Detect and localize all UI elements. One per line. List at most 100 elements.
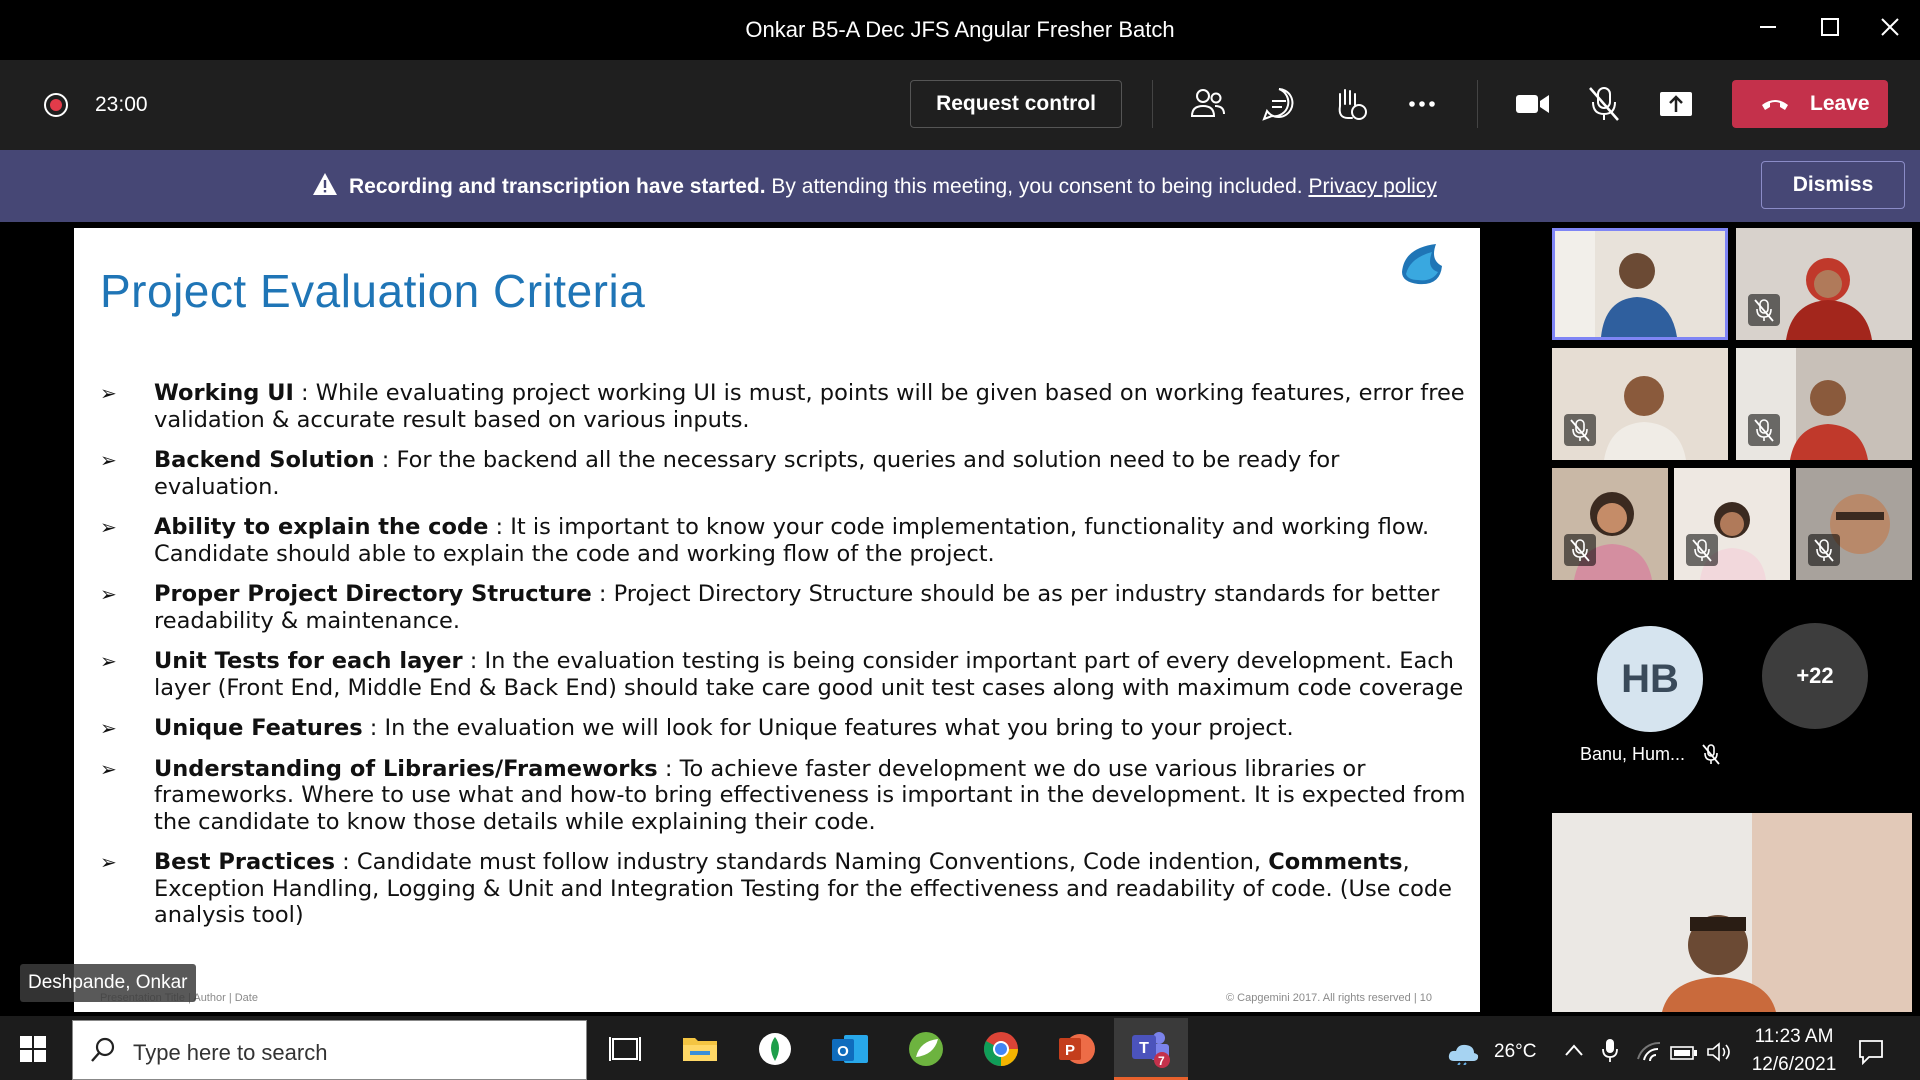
- criteria-item: ➢ Ability to explain the code : It is imp…: [100, 514, 1470, 567]
- muted-indicator: [1564, 534, 1596, 566]
- criteria-heading: Proper Project Directory Structure: [154, 581, 592, 607]
- avatar[interactable]: HB: [1597, 626, 1703, 732]
- criteria-item: ➢ Best Practices : Candidate must follow …: [100, 849, 1470, 929]
- criteria-heading: Working UI: [154, 380, 294, 406]
- battery-icon[interactable]: [1670, 1044, 1698, 1062]
- mic-off-icon: [1814, 539, 1834, 562]
- volume-icon[interactable]: [1706, 1041, 1734, 1063]
- criteria-heading: Backend Solution: [154, 447, 375, 473]
- camera-button[interactable]: [1513, 84, 1553, 124]
- mic-off-icon: [1589, 87, 1619, 121]
- bullet-arrow-icon: ➢: [100, 649, 117, 673]
- mic-off-icon: [1754, 299, 1774, 322]
- more-options-button[interactable]: [1402, 84, 1442, 124]
- slide-footer-right: © Capgemini 2017. All rights reserved | …: [1225, 992, 1432, 1004]
- participant-video[interactable]: [1796, 468, 1912, 580]
- banner-bold-text: Recording and transcription have started…: [349, 175, 766, 198]
- participant-video-feed: [1552, 813, 1912, 1012]
- criteria-item: ➢ Understanding of Libraries/Frameworks :…: [100, 756, 1470, 836]
- bullet-arrow-icon: ➢: [100, 582, 117, 606]
- wifi-icon[interactable]: [1636, 1041, 1662, 1063]
- warning-icon: [313, 173, 337, 195]
- participant-video[interactable]: [1552, 348, 1728, 460]
- criteria-list: ➢ Working UI : While evaluating project w…: [100, 380, 1470, 943]
- privacy-policy-link[interactable]: Privacy policy: [1308, 175, 1436, 198]
- notification-center-icon[interactable]: [1857, 1037, 1885, 1065]
- criteria-item: ➢ Proper Project Directory Structure : Pr…: [100, 581, 1470, 634]
- bullet-arrow-icon: ➢: [100, 850, 117, 874]
- bullet-arrow-icon: ➢: [100, 515, 117, 539]
- participant-video[interactable]: [1736, 228, 1912, 340]
- svg-text:O: O: [837, 1043, 849, 1060]
- search-placeholder: Type here to search: [133, 1040, 328, 1065]
- dismiss-button[interactable]: Dismiss: [1761, 161, 1905, 209]
- leave-button[interactable]: Leave: [1732, 80, 1888, 128]
- criteria-heading: Unique Features: [154, 715, 363, 741]
- criteria-emphasis: Comments: [1268, 849, 1403, 875]
- bullet-arrow-icon: ➢: [100, 716, 117, 740]
- bullet-arrow-icon: ➢: [100, 756, 117, 781]
- self-video[interactable]: [1552, 813, 1912, 1012]
- share-icon: [1660, 92, 1692, 116]
- toolbar-divider: [1477, 80, 1478, 128]
- participant-video[interactable]: [1552, 228, 1728, 340]
- participant-video[interactable]: [1674, 468, 1790, 580]
- meeting-timer: 23:00: [95, 93, 148, 116]
- raise-hand-icon: [1338, 89, 1367, 120]
- teams-icon: T: [1132, 1032, 1170, 1068]
- taskbar-search-input[interactable]: Type here to search: [72, 1020, 587, 1080]
- capgemini-logo-icon: [1402, 244, 1442, 285]
- muted-indicator: [1748, 414, 1780, 446]
- mic-button[interactable]: [1584, 84, 1624, 124]
- file-explorer-icon[interactable]: [680, 1029, 720, 1069]
- chrome-icon[interactable]: [981, 1029, 1021, 1069]
- window-title: Onkar B5-A Dec JFS Angular Fresher Batch: [745, 17, 1175, 42]
- criteria-heading: Ability to explain the code: [154, 514, 489, 540]
- chevron-up-icon[interactable]: [1564, 1042, 1584, 1058]
- teams-taskbar-button[interactable]: T 7: [1114, 1018, 1188, 1080]
- criteria-item: ➢ Backend Solution : For the backend all …: [100, 447, 1470, 500]
- banner-text: By attending this meeting, you consent t…: [765, 175, 1309, 198]
- task-view-icon[interactable]: [605, 1029, 645, 1069]
- phone-hangup-icon: [1762, 100, 1788, 110]
- leave-label: Leave: [1810, 92, 1870, 115]
- people-button[interactable]: [1188, 84, 1228, 124]
- microphone-tray-icon[interactable]: [1600, 1037, 1620, 1063]
- share-screen-button[interactable]: [1656, 84, 1696, 124]
- banner-message: Recording and transcription have started…: [349, 175, 1437, 199]
- powerpoint-icon[interactable]: P: [1056, 1029, 1096, 1069]
- participant-name: Banu, Hum...: [1580, 744, 1686, 764]
- more-participants-button[interactable]: +22: [1762, 623, 1868, 729]
- mic-off-icon: [1754, 419, 1774, 442]
- muted-indicator: [1686, 534, 1718, 566]
- temperature[interactable]: 26°C: [1494, 1041, 1536, 1063]
- muted-indicator: [1808, 534, 1840, 566]
- raise-hand-button[interactable]: [1330, 84, 1370, 124]
- shared-slide: Project Evaluation Criteria ➢ Working UI …: [74, 228, 1480, 1012]
- mic-off-icon: [1692, 539, 1712, 562]
- participant-video[interactable]: [1552, 468, 1668, 580]
- clock-date[interactable]: 12/6/2021: [1744, 1054, 1844, 1076]
- request-control-button[interactable]: Request control: [910, 80, 1122, 128]
- muted-indicator: [1748, 294, 1780, 326]
- weather-cloud-icon[interactable]: [1446, 1039, 1480, 1065]
- window-title-bar: Onkar B5-A Dec JFS Angular Fresher Batch: [0, 0, 1920, 60]
- close-button[interactable]: [1870, 12, 1910, 48]
- teams-notification-badge: 7: [1158, 1054, 1165, 1068]
- mic-off-icon: [1570, 539, 1590, 562]
- clock-time[interactable]: 11:23 AM: [1748, 1026, 1840, 1048]
- outlook-icon[interactable]: O: [830, 1029, 870, 1069]
- windows-start-icon[interactable]: [20, 1036, 46, 1062]
- more-icon: [1409, 101, 1435, 107]
- criteria-text: : Candidate must follow industry standar…: [334, 849, 1269, 875]
- chat-icon: [1262, 88, 1294, 121]
- app-green-icon[interactable]: [755, 1029, 795, 1069]
- toolbar-divider: [1152, 80, 1153, 128]
- participant-video[interactable]: [1736, 348, 1912, 460]
- minimize-button[interactable]: [1748, 12, 1788, 48]
- spring-tool-suite-icon[interactable]: [906, 1029, 946, 1069]
- maximize-button[interactable]: [1810, 12, 1850, 48]
- chat-button[interactable]: [1259, 84, 1299, 124]
- criteria-heading: Unit Tests for each layer: [154, 648, 463, 674]
- mic-off-icon: [1570, 419, 1590, 442]
